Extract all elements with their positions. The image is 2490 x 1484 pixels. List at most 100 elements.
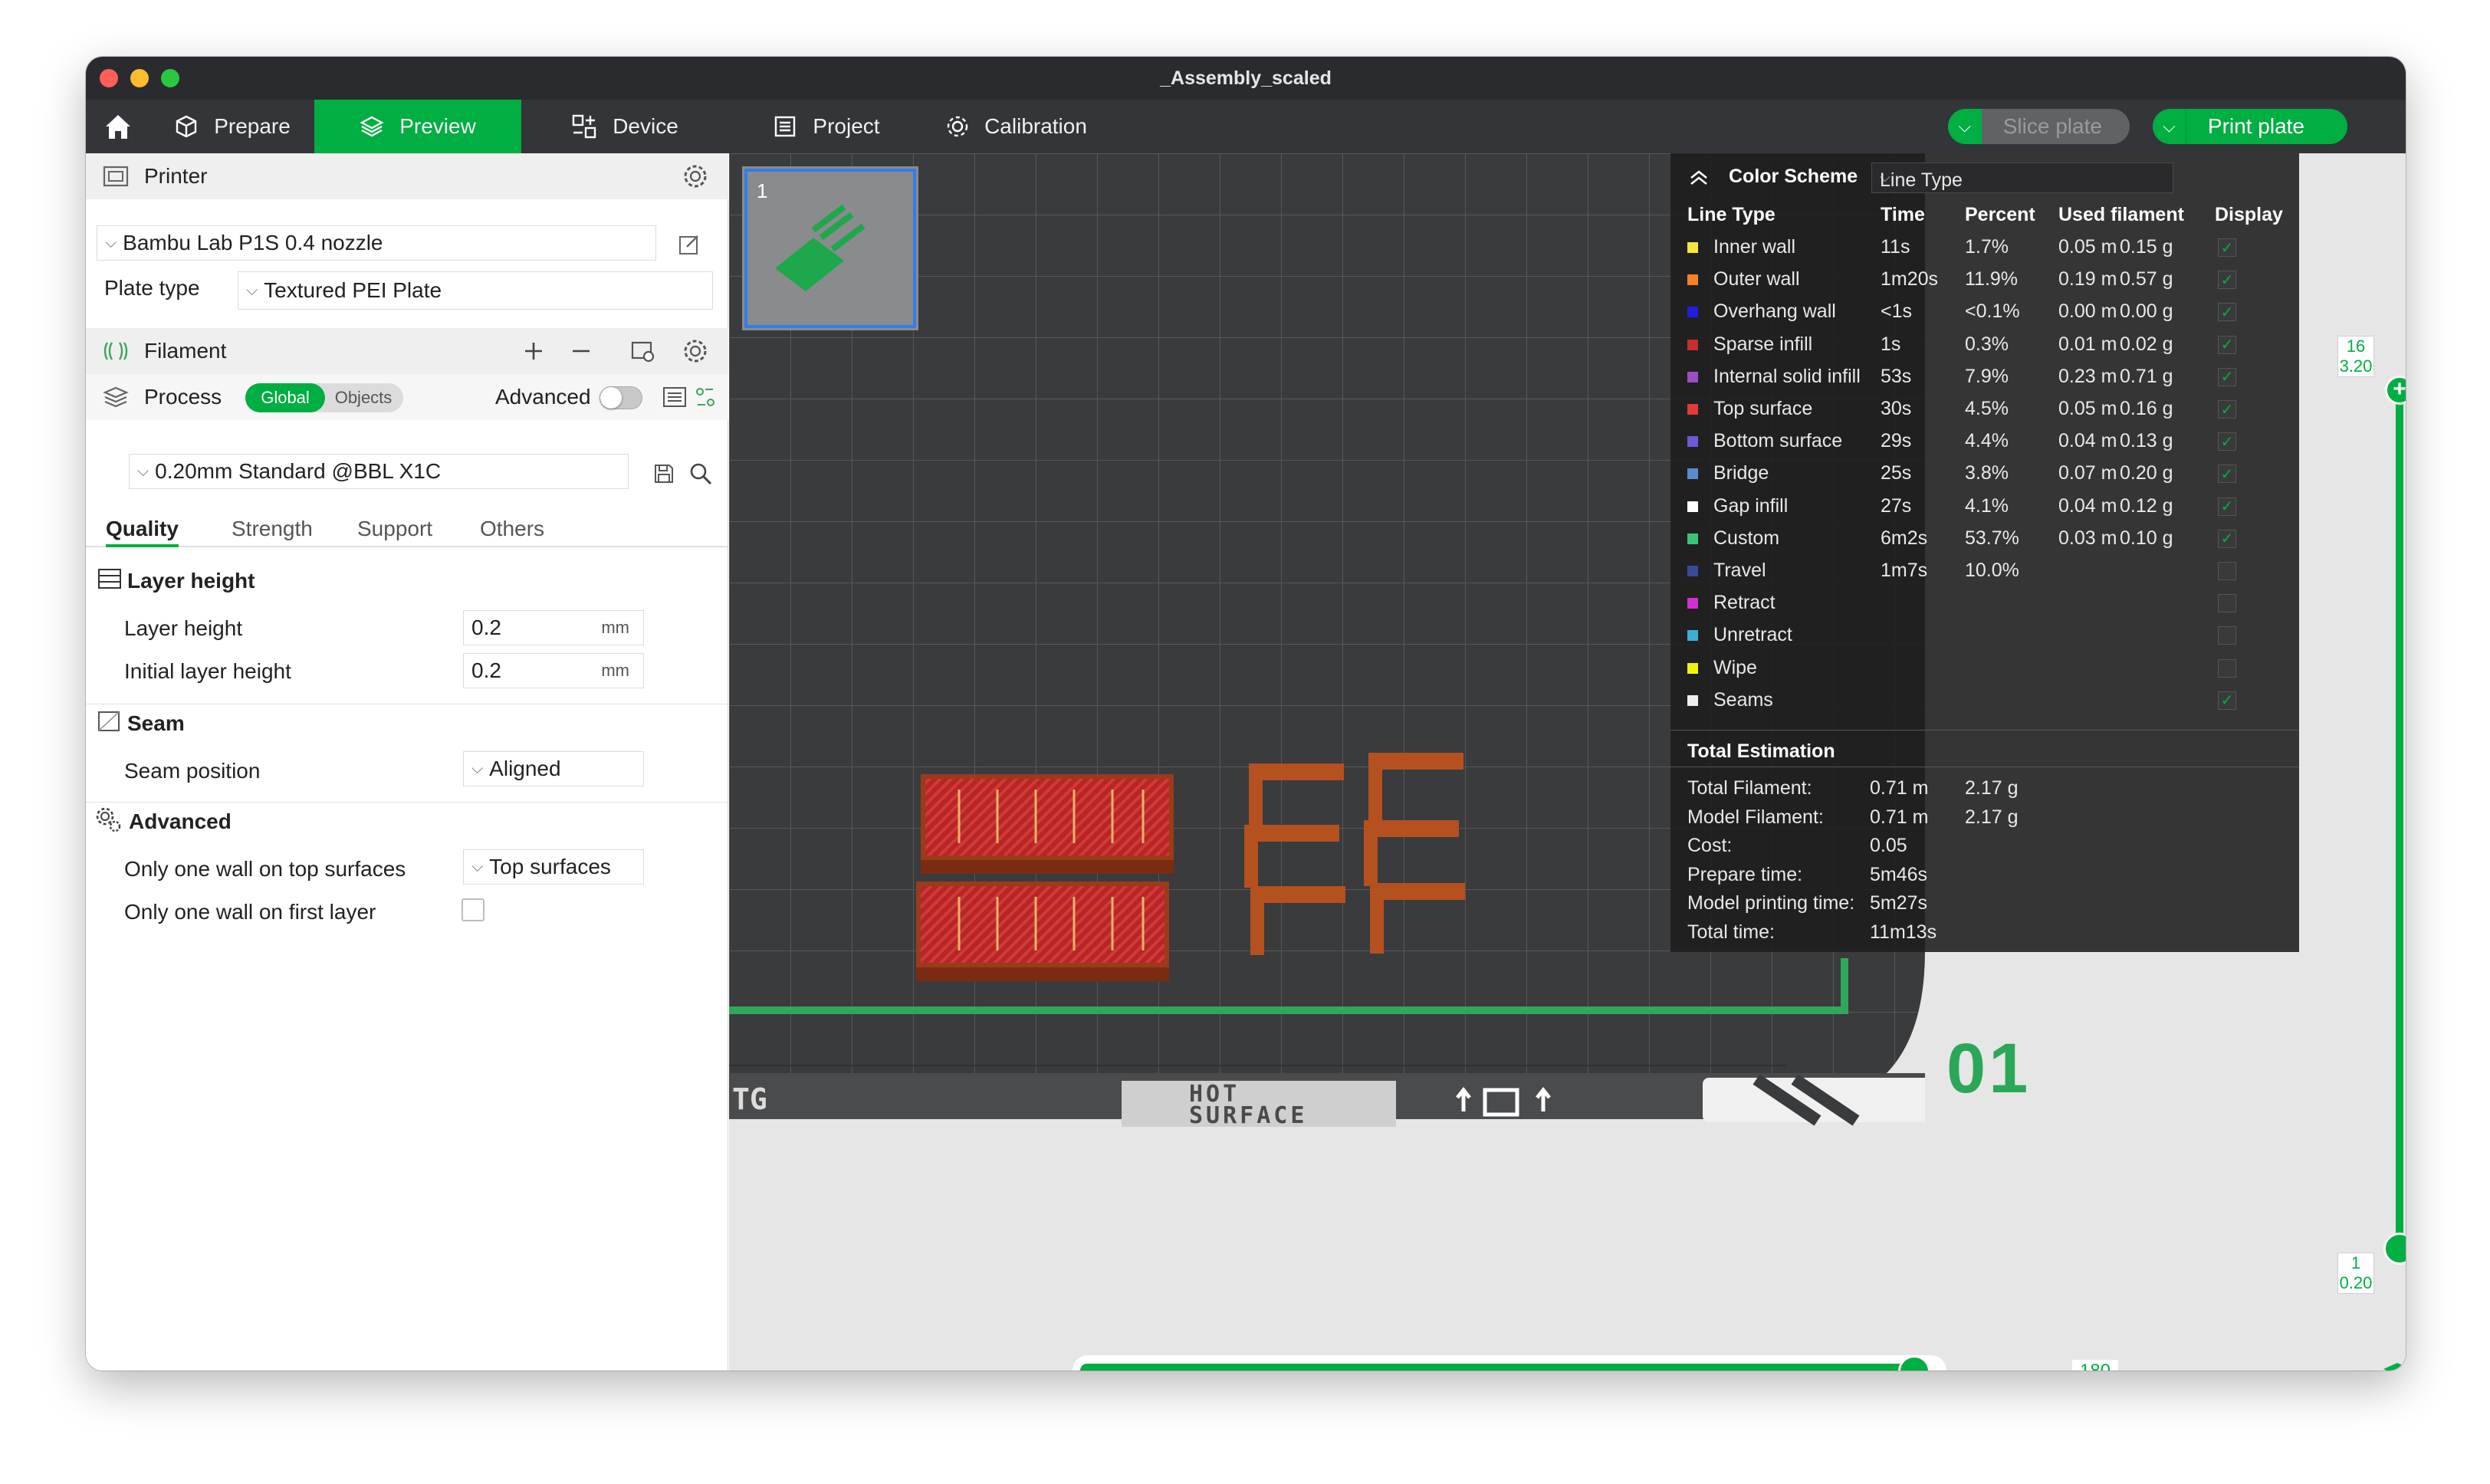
display-checkbox[interactable] — [2218, 562, 2236, 580]
print-plate-label: Print plate — [2186, 109, 2347, 144]
plate-type-label: Plate type — [104, 276, 200, 300]
search-icon[interactable] — [688, 461, 713, 486]
display-checkbox[interactable]: ✓ — [2218, 335, 2236, 354]
subtab-others[interactable]: Others — [480, 517, 544, 541]
advanced-switch[interactable] — [600, 386, 642, 409]
display-checkbox[interactable]: ✓ — [2218, 691, 2236, 710]
filament-section-label: Filament — [144, 339, 227, 363]
printer-section-header: Printer — [86, 153, 728, 199]
layer-height-input[interactable]: 0.2 mm — [463, 610, 644, 645]
line-type-name: Outer wall — [1713, 268, 1800, 291]
save-icon[interactable] — [653, 463, 675, 484]
layer-slider-bottom-handle[interactable] — [2383, 1233, 2406, 1265]
subtab-strength[interactable]: Strength — [232, 517, 313, 541]
tab-prepare[interactable]: Prepare — [150, 100, 314, 153]
gear-icon[interactable] — [682, 338, 708, 364]
collapse-icon[interactable] — [1689, 169, 1709, 186]
edit-icon[interactable] — [678, 233, 701, 256]
plate-type-select[interactable]: ⌵ Textured PEI Plate — [238, 271, 713, 310]
filament-settings-icon[interactable] — [630, 338, 656, 364]
printer-select[interactable]: ⌵ Bambu Lab P1S 0.4 nozzle — [97, 225, 656, 261]
move-slider[interactable] — [1073, 1355, 1946, 1371]
display-checkbox[interactable] — [2218, 594, 2236, 613]
slice-plate-button[interactable]: ⌵ Slice plate — [1947, 109, 2130, 144]
display-checkbox[interactable]: ✓ — [2218, 367, 2236, 386]
minus-icon[interactable] — [570, 340, 592, 362]
display-checkbox[interactable]: ✓ — [2218, 238, 2236, 257]
close-window-button[interactable] — [100, 69, 118, 87]
gear-icon[interactable] — [682, 163, 708, 189]
chevron-down-icon: ⌵ — [471, 760, 484, 777]
tab-project[interactable]: Project — [728, 100, 925, 153]
move-slider-handle[interactable] — [1897, 1355, 1930, 1371]
estimation-value: 0.05 — [1870, 835, 1907, 857]
layer-slider-top-handle[interactable]: + — [2385, 376, 2406, 405]
global-objects-toggle[interactable]: Global Objects — [245, 383, 403, 412]
process-preset-select[interactable]: ⌵ 0.20mm Standard @BBL X1C — [129, 454, 629, 489]
zoom-window-button[interactable] — [161, 69, 179, 87]
seam-position-select[interactable]: ⌵ Aligned — [463, 751, 644, 786]
display-checkbox[interactable]: ✓ — [2218, 400, 2236, 419]
printer-select-value: Bambu Lab P1S 0.4 nozzle — [123, 231, 383, 254]
plate-number: 01 — [1946, 1029, 2032, 1108]
line-type-swatch — [1687, 630, 1698, 642]
compare-icon[interactable] — [695, 386, 716, 408]
preview-viewport[interactable]: 1 TG HOT SURFACE 01 Color Scheme ⌵ Line … — [729, 153, 2406, 1371]
process-icon — [103, 386, 129, 408]
line-type-weight: 0.12 g — [2120, 494, 2173, 517]
line-type-swatch — [1687, 662, 1698, 674]
global-toggle-option[interactable]: Global — [245, 383, 325, 412]
display-checkbox[interactable]: ✓ — [2218, 432, 2236, 451]
display-checkbox[interactable]: ✓ — [2218, 529, 2236, 548]
top-wall-select[interactable]: ⌵ Top surfaces — [463, 849, 644, 885]
window-title: _Assembly_scaled — [1160, 67, 1332, 89]
home-button[interactable] — [86, 100, 150, 153]
line-type-length: 0.05 m — [2058, 398, 2117, 419]
line-type-row: Inner wall 11s 1.7% 0.05 m 0.15 g ✓ — [1670, 230, 2299, 262]
tab-calibration[interactable]: Calibration — [925, 100, 1109, 153]
initial-layer-height-input[interactable]: 0.2 mm — [463, 653, 644, 688]
line-type-name: Travel — [1713, 560, 1766, 581]
layer-slider-bottom-label: 1 0.20 — [2337, 1253, 2374, 1294]
line-type-time: 29s — [1881, 430, 1912, 452]
subtab-support[interactable]: Support — [357, 517, 432, 541]
tab-device[interactable]: Device — [521, 100, 728, 153]
tab-preview[interactable]: Preview — [314, 100, 521, 153]
chevron-down-icon[interactable]: ⌵ — [1947, 109, 1982, 144]
display-checkbox[interactable]: ✓ — [2218, 271, 2236, 290]
display-checkbox[interactable] — [2218, 658, 2236, 678]
first-layer-wall-checkbox[interactable] — [462, 898, 485, 921]
move-slider-fill — [1080, 1364, 1914, 1371]
line-type-percent: <0.1% — [1965, 300, 2020, 323]
home-icon — [106, 115, 130, 139]
estimation-value-secondary: 2.17 g — [1965, 806, 2019, 828]
list-icon[interactable] — [662, 386, 687, 409]
line-type-name: Gap infill — [1713, 494, 1789, 517]
line-type-row: Retract — [1670, 586, 2299, 618]
chevron-down-icon: ⌵ — [246, 281, 258, 299]
layer-slider-track[interactable] — [2396, 383, 2403, 1242]
estimation-row: Prepare time: 5m46s — [1670, 858, 2299, 890]
total-estimation-title: Total Estimation — [1687, 740, 1835, 762]
line-type-weight: 0.10 g — [2120, 527, 2173, 549]
color-scheme-select[interactable]: ⌵ Line Type — [1871, 163, 2173, 193]
minimize-window-button[interactable] — [130, 69, 149, 87]
plus-icon[interactable] — [523, 340, 544, 362]
initial-layer-height-unit: mm — [601, 661, 629, 680]
window-controls — [100, 69, 179, 87]
layer-height-icon — [98, 569, 121, 589]
tab-calibration-label: Calibration — [984, 114, 1087, 138]
display-checkbox[interactable] — [2218, 626, 2236, 645]
plate-thumbnail[interactable] — [742, 166, 918, 330]
chevron-down-icon[interactable]: ⌵ — [2152, 109, 2186, 144]
objects-toggle-option[interactable]: Objects — [325, 388, 402, 408]
display-checkbox[interactable]: ✓ — [2218, 303, 2236, 322]
move-slider-value: 180 — [2072, 1360, 2118, 1371]
color-scheme-header: Color Scheme ⌵ Line Type — [1670, 155, 2299, 198]
print-plate-button[interactable]: ⌵ Print plate — [2152, 109, 2347, 144]
layer-height-label: Layer height — [124, 616, 243, 640]
subtab-quality[interactable]: Quality — [106, 517, 179, 547]
display-checkbox[interactable]: ✓ — [2218, 497, 2236, 516]
display-checkbox[interactable]: ✓ — [2218, 465, 2236, 484]
layers-icon[interactable] — [2380, 1360, 2406, 1371]
